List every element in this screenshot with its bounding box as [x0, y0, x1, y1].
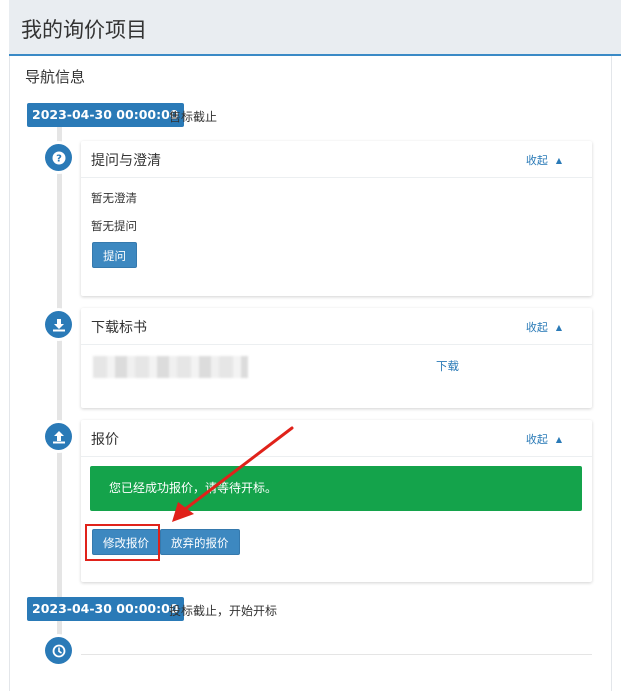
- qa-card-title: 提问与澄清: [91, 153, 161, 169]
- no-clarification-text: 暂无澄清: [91, 191, 137, 205]
- page-header: 我的询价项目: [9, 0, 621, 56]
- download-icon: [45, 311, 72, 338]
- quote-success-alert: 您已经成功报价，请等待开标。: [90, 466, 582, 511]
- upload-icon: [45, 423, 72, 450]
- qa-card: 提问与澄清 收起 ▲ 暂无澄清 暂无提问 提问: [81, 141, 592, 296]
- end-date-badge: 2023-04-30 00:00:00: [27, 597, 184, 621]
- download-link[interactable]: 下载: [436, 358, 459, 374]
- annotation-highlight-box: [85, 524, 160, 561]
- abandon-quote-button[interactable]: 放弃的报价: [160, 529, 240, 555]
- svg-text:?: ?: [56, 153, 62, 164]
- page-title: 我的询价项目: [21, 18, 147, 42]
- blurred-filename: [93, 356, 248, 378]
- download-collapse-toggle[interactable]: 收起 ▲: [526, 319, 562, 335]
- qa-collapse-label: 收起: [525, 154, 548, 167]
- quote-collapse-label: 收起: [525, 433, 548, 446]
- caret-up-icon: ▲: [555, 323, 562, 332]
- download-card-title: 下载标书: [91, 320, 147, 336]
- caret-up-icon: ▲: [555, 435, 562, 444]
- quote-card-title: 报价: [91, 432, 119, 448]
- nav-title: 导航信息: [25, 68, 86, 86]
- question-circle-icon: ?: [45, 144, 72, 171]
- bottom-divider: [81, 654, 592, 655]
- timeline-line: [57, 124, 62, 660]
- ask-question-button[interactable]: 提问: [92, 242, 137, 268]
- quote-card-header: 报价 收起 ▲: [81, 420, 592, 457]
- start-date-badge: 2023-04-30 00:00:00: [27, 103, 184, 127]
- download-card-header: 下载标书 收起 ▲: [81, 308, 592, 345]
- caret-up-icon: ▲: [555, 156, 562, 165]
- no-question-text: 暂无提问: [91, 219, 137, 233]
- quote-collapse-toggle[interactable]: 收起 ▲: [526, 431, 562, 447]
- clock-icon: [45, 637, 72, 664]
- download-card: 下载标书 收起 ▲ 下载: [81, 308, 592, 408]
- end-date-text: 投标截止，开始开标: [169, 604, 278, 618]
- start-date-text: 售标截止: [169, 110, 218, 124]
- qa-card-header: 提问与澄清 收起 ▲: [81, 141, 592, 178]
- qa-collapse-toggle[interactable]: 收起 ▲: [526, 152, 562, 168]
- download-collapse-label: 收起: [525, 321, 548, 334]
